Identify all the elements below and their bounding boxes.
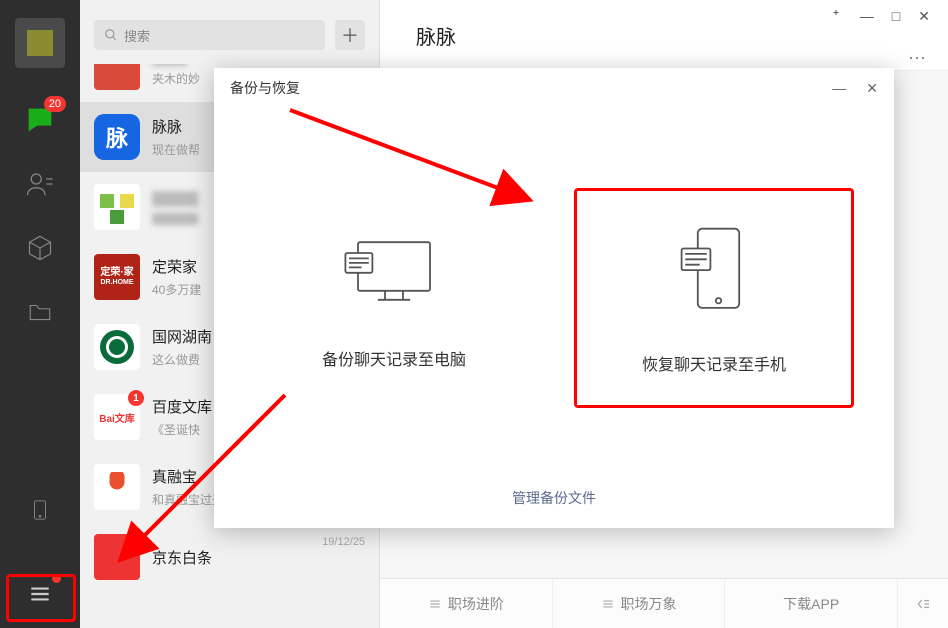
tab-expand[interactable] bbox=[898, 579, 948, 628]
nav-contacts[interactable] bbox=[22, 166, 58, 202]
tab-career[interactable]: 职场进阶 bbox=[380, 579, 553, 628]
avatar-jd bbox=[94, 534, 140, 580]
nav-files[interactable] bbox=[22, 294, 58, 330]
nav-phone[interactable] bbox=[22, 492, 58, 528]
maximize-button[interactable]: □ bbox=[892, 8, 900, 25]
nav-sidebar: 20 bbox=[0, 0, 80, 628]
conversation-title: 脉脉 bbox=[416, 21, 456, 50]
nav-chat[interactable]: 20 bbox=[22, 102, 58, 138]
avatar-dingrong: 定荣·家DR.HOME bbox=[94, 254, 140, 300]
phone-icon bbox=[29, 496, 51, 524]
backup-restore-modal: 备份与恢复 — ✕ 备份聊天记录至电脑 bbox=[214, 68, 894, 528]
cube-icon bbox=[26, 234, 54, 262]
close-button[interactable]: ✕ bbox=[918, 8, 930, 25]
minimize-button[interactable]: — bbox=[860, 8, 874, 25]
bottom-tabs: 职场进阶 职场万象 下载APP bbox=[380, 578, 948, 628]
more-menu[interactable]: ⋯ bbox=[908, 48, 928, 69]
chat-item-jd[interactable]: 京东白条 19/12/25 bbox=[80, 522, 379, 580]
contacts-icon bbox=[25, 169, 55, 199]
search-input[interactable]: 搜索 bbox=[94, 20, 325, 50]
window-controls: — □ ✕ bbox=[812, 0, 948, 33]
backup-label: 备份聊天记录至电脑 bbox=[322, 346, 466, 370]
folder-icon bbox=[27, 299, 53, 325]
add-button[interactable]: ＋ bbox=[335, 20, 365, 50]
nav-menu[interactable] bbox=[22, 576, 58, 612]
monitor-icon bbox=[339, 226, 449, 316]
avatar-zhenrong bbox=[94, 464, 140, 510]
chat-badge: 20 bbox=[44, 96, 66, 112]
hamburger-icon bbox=[27, 581, 53, 607]
nav-favorites[interactable] bbox=[22, 230, 58, 266]
tab-download[interactable]: 下载APP bbox=[725, 579, 898, 628]
menu-dot bbox=[52, 574, 61, 583]
search-placeholder: 搜索 bbox=[124, 26, 150, 45]
pin-button[interactable] bbox=[830, 8, 842, 25]
avatar-guowang bbox=[94, 324, 140, 370]
modal-close[interactable]: ✕ bbox=[866, 80, 878, 97]
backup-to-pc-option[interactable]: 备份聊天记录至电脑 bbox=[254, 188, 534, 408]
restore-to-phone-option[interactable]: 恢复聊天记录至手机 bbox=[574, 188, 854, 408]
phone-restore-icon bbox=[669, 221, 759, 321]
user-avatar[interactable] bbox=[15, 18, 65, 68]
avatar bbox=[94, 184, 140, 230]
unread-badge: 1 bbox=[128, 390, 144, 406]
restore-label: 恢复聊天记录至手机 bbox=[642, 351, 786, 375]
avatar-maimai: 脉 bbox=[94, 114, 140, 160]
tab-workplace[interactable]: 职场万象 bbox=[553, 579, 726, 628]
search-icon bbox=[104, 28, 118, 42]
modal-title: 备份与恢复 bbox=[230, 78, 300, 98]
modal-minimize[interactable]: — bbox=[832, 80, 846, 97]
manage-backup-link[interactable]: 管理备份文件 bbox=[512, 488, 596, 508]
avatar-baidu: Bai文库1 bbox=[94, 394, 140, 440]
